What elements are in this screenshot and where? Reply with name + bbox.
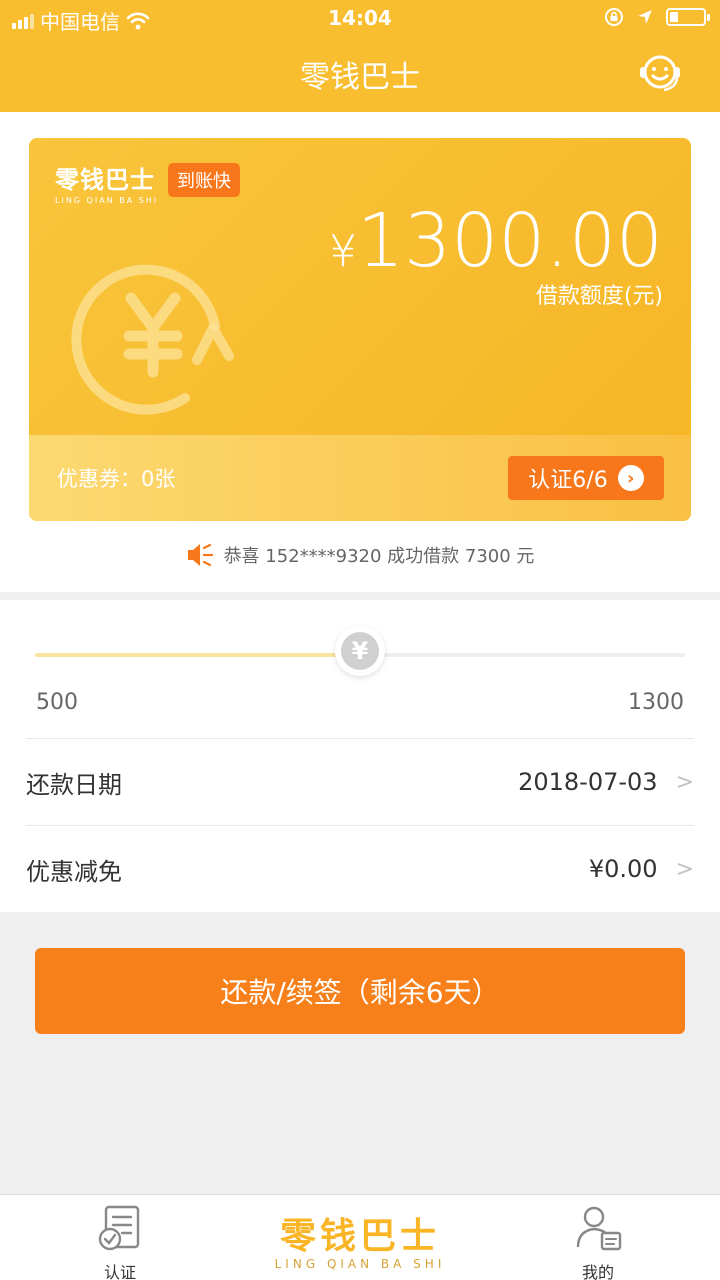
yen-icon: ¥ (341, 632, 379, 670)
amount-label: 借款额度(元) (535, 284, 663, 309)
profile-icon (576, 1206, 622, 1251)
chevron-right-icon: › (617, 465, 644, 491)
loan-amount: ¥1300.00 (329, 198, 663, 284)
discount-row[interactable]: 优惠减免 ¥0.00 > (26, 826, 694, 912)
loan-detail-section: ¥ 500 1300 还款日期 2018-07-03 > 优惠减免 ¥0.00 … (0, 600, 720, 912)
slider-fill (35, 653, 360, 657)
repayment-date-row[interactable]: 还款日期 2018-07-03 > (26, 739, 694, 825)
amount-value: 1300.00 (356, 198, 663, 284)
speaker-icon (187, 543, 213, 567)
coupon-info: 优惠券：0张 (57, 463, 175, 493)
status-right (604, 7, 710, 27)
repayment-date-value: 2018-07-03 (518, 768, 658, 796)
repay-renew-button[interactable]: 还款/续签（剩余6天） (35, 948, 685, 1034)
battery-icon (666, 8, 710, 26)
yen-cycle-icon (71, 264, 234, 415)
loan-card: 零钱巴士 LING QIAN BA SHI 到账快 ¥1300.00 借款额度(… (29, 138, 691, 521)
ticker-text: 恭喜 152****9320 成功借款 7300 元 (223, 546, 535, 567)
amount-slider[interactable]: ¥ (35, 626, 685, 676)
row-label: 优惠减免 (26, 857, 122, 886)
loan-ticker: 恭喜 152****9320 成功借款 7300 元 (0, 542, 720, 568)
chevron-right-icon: > (675, 769, 694, 795)
discount-value: ¥0.00 (588, 855, 658, 883)
tab-mine[interactable]: 我的 (574, 1203, 622, 1280)
card-brand: 零钱巴士 LING QIAN BA SHI (55, 160, 158, 205)
verify-progress-button[interactable]: 认证6/6 › (508, 456, 664, 500)
page-title: 零钱巴士 (300, 60, 420, 95)
card-section: 零钱巴士 LING QIAN BA SHI 到账快 ¥1300.00 借款额度(… (0, 112, 720, 592)
slider-thumb[interactable]: ¥ (335, 626, 385, 676)
coupon-label: 优惠券： (57, 467, 141, 491)
tab-label: 我的 (581, 1263, 614, 1280)
card-brand-en: LING QIAN BA SHI (55, 196, 159, 205)
coupon-count: 0张 (141, 467, 176, 491)
customer-service-icon[interactable] (634, 50, 686, 94)
tab-bar: 认证 零钱巴士 LING QIAN BA SHI 我的 (0, 1194, 720, 1280)
row-value-wrap: ¥0.00 > (589, 855, 694, 883)
top-bar: 中国电信 14:04 零钱巴士 (0, 0, 720, 112)
fast-arrival-badge: 到账快 (168, 163, 240, 197)
slider-max-label: 1300 (628, 690, 684, 715)
currency-symbol: ¥ (328, 226, 357, 277)
card-brand-cn: 零钱巴士 (55, 166, 155, 194)
chevron-right-icon: > (675, 856, 694, 882)
status-bar: 中国电信 14:04 (0, 0, 720, 38)
row-value-wrap: 2018-07-03 > (518, 768, 694, 796)
row-label: 还款日期 (26, 770, 122, 799)
rotation-lock-icon (605, 8, 623, 26)
verify-label: 认证6/6 (528, 468, 608, 493)
slider-min-label: 500 (36, 690, 78, 715)
location-icon (638, 10, 652, 24)
